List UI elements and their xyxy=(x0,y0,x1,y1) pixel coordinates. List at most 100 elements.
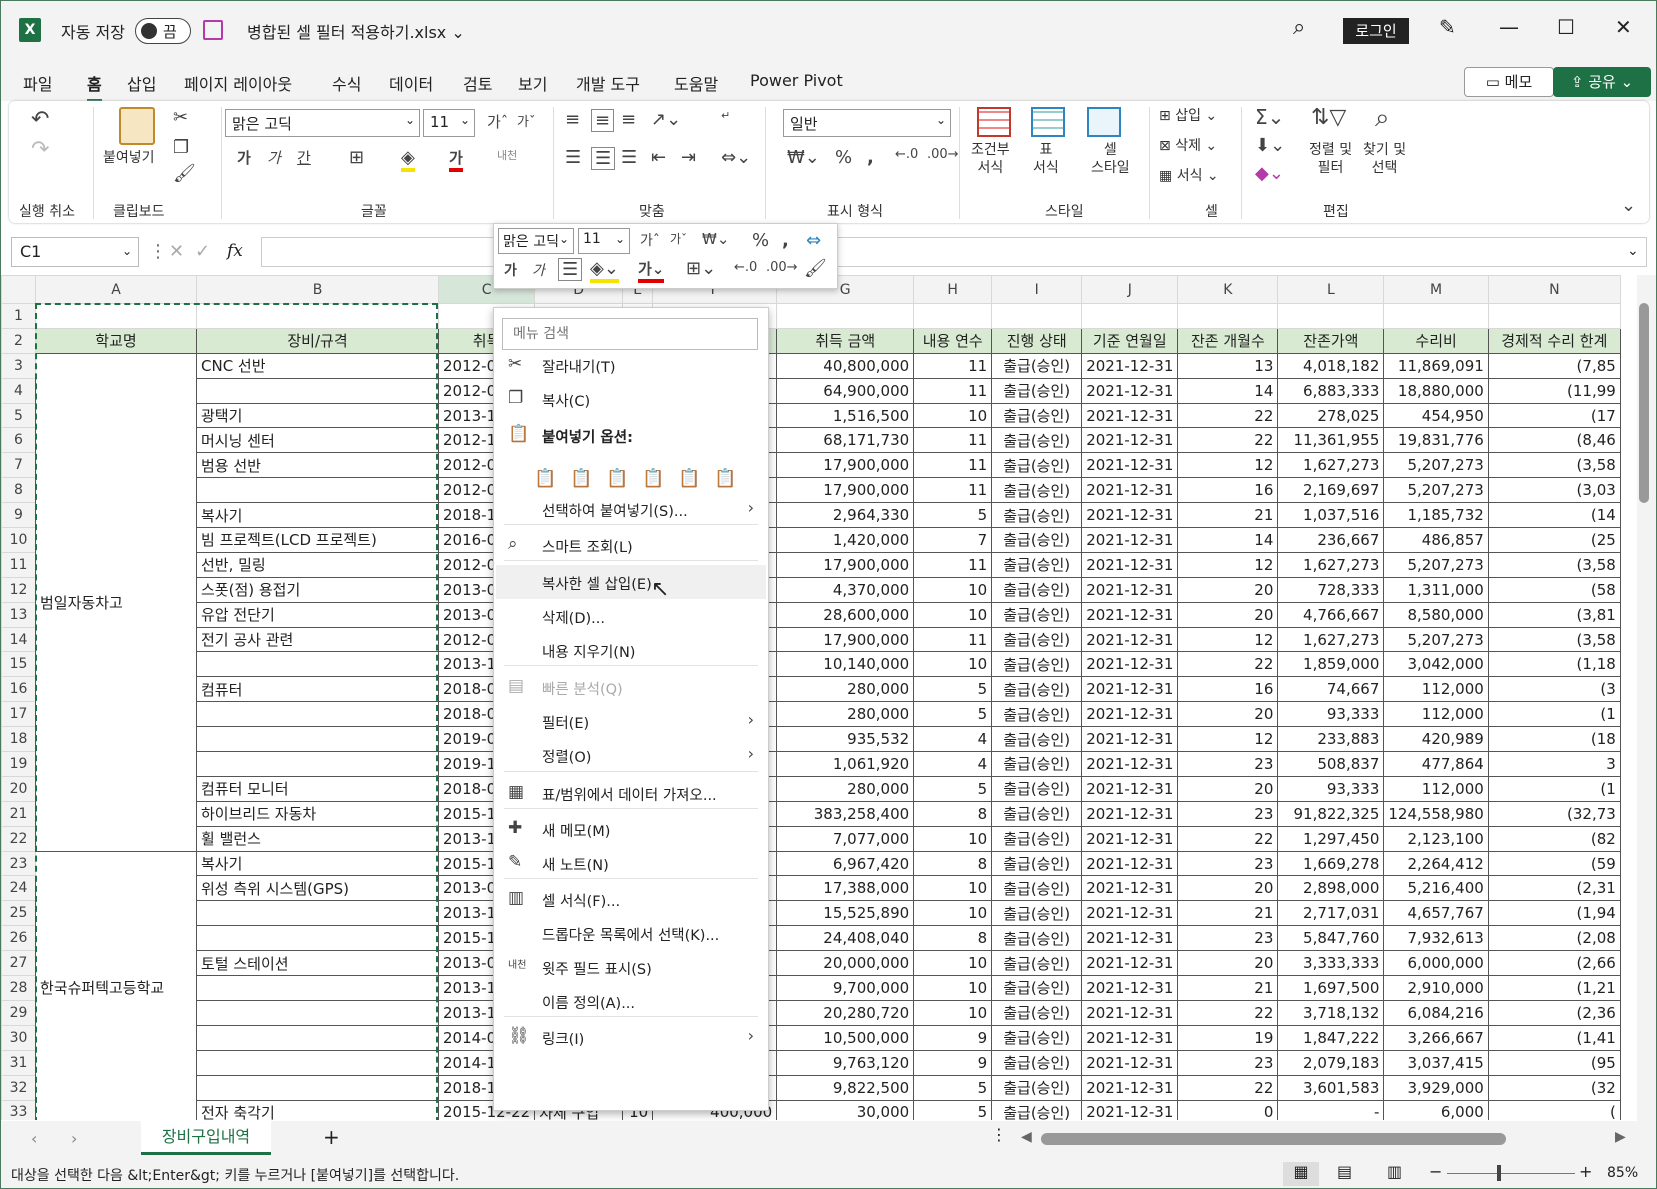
mini-decrease-font-icon[interactable]: 가ˇ xyxy=(670,230,687,247)
row-header[interactable]: 7 xyxy=(1,452,36,479)
cell-j[interactable]: 2021-12-31 xyxy=(1081,726,1179,753)
cell-i[interactable]: 출급(승인) xyxy=(991,800,1083,827)
column-title-cell[interactable]: 잔존가액 xyxy=(1277,327,1385,354)
context-menu-item[interactable]: 이름 정의(A)... xyxy=(496,984,766,1018)
cell-b[interactable]: 전기 공사 관련 xyxy=(196,626,439,653)
prev-sheet-icon[interactable]: ‹ xyxy=(31,1129,37,1148)
cell[interactable] xyxy=(35,303,197,329)
cell-m[interactable]: 6,000,000 xyxy=(1383,950,1489,977)
cell-b[interactable] xyxy=(196,975,439,1001)
cell-l[interactable]: 1,697,500 xyxy=(1277,975,1385,1001)
cell-n[interactable]: (59 xyxy=(1487,850,1621,877)
name-box[interactable]: C1 ⌄ xyxy=(11,237,139,267)
decrease-decimal-icon[interactable]: .00→ xyxy=(927,147,959,162)
cell-i[interactable]: 출급(승인) xyxy=(991,775,1083,802)
cell-m[interactable]: 112,000 xyxy=(1383,676,1489,703)
orientation-icon[interactable]: ↗⌄ xyxy=(651,109,681,130)
cell-h[interactable]: 10 xyxy=(913,825,993,852)
cell-g[interactable]: 280,000 xyxy=(776,775,915,802)
cell-h[interactable]: 11 xyxy=(913,352,993,379)
cell-n[interactable]: (11,99 xyxy=(1487,377,1621,404)
cell-k[interactable]: 20 xyxy=(1177,875,1279,902)
find-select-icon[interactable]: ⌕ xyxy=(1375,103,1390,134)
column-title-cell[interactable]: 잔존 개월수 xyxy=(1177,327,1279,354)
fill-color-icon[interactable]: ◈ xyxy=(401,147,415,172)
cell-k[interactable]: 14 xyxy=(1177,527,1279,553)
cell-b[interactable] xyxy=(196,900,439,927)
conditional-format-icon[interactable] xyxy=(977,107,1011,137)
cell-h[interactable]: 10 xyxy=(913,601,993,628)
cell-l[interactable]: 1,847,222 xyxy=(1277,1024,1385,1051)
formula-input[interactable] xyxy=(261,237,1647,267)
cell-b[interactable] xyxy=(196,925,439,952)
cell-m[interactable]: 420,989 xyxy=(1383,726,1489,753)
cell-m[interactable]: 18,880,000 xyxy=(1383,377,1489,404)
cell-b[interactable] xyxy=(196,726,439,753)
column-title-cell[interactable]: 학교명 xyxy=(35,327,197,354)
cell[interactable] xyxy=(776,303,915,329)
underline-icon[interactable]: 간 xyxy=(297,147,311,168)
cell-h[interactable]: 8 xyxy=(913,800,993,827)
column-title-cell[interactable]: 장비/규격 xyxy=(196,327,439,354)
cell-i[interactable]: 출급(승인) xyxy=(991,402,1083,429)
format-as-table-label[interactable]: 표 서식 xyxy=(1033,141,1059,177)
cell-k[interactable]: 0 xyxy=(1177,1099,1279,1120)
cell-l[interactable]: 3,718,132 xyxy=(1277,999,1385,1026)
row-header[interactable]: 19 xyxy=(1,751,36,777)
cell-g[interactable]: 40,800,000 xyxy=(776,352,915,379)
cell-m[interactable]: 2,264,412 xyxy=(1383,850,1489,877)
cell-g[interactable]: 17,900,000 xyxy=(776,551,915,578)
cell-l[interactable]: 11,361,955 xyxy=(1277,427,1385,454)
row-header[interactable]: 11 xyxy=(1,551,36,578)
scroll-right-icon[interactable]: ▶ xyxy=(1615,1129,1626,1145)
cell-n[interactable]: (2,36 xyxy=(1487,999,1621,1026)
cell-i[interactable]: 출급(승인) xyxy=(991,626,1083,653)
cell-i[interactable]: 출급(승인) xyxy=(991,377,1083,404)
cell-b[interactable] xyxy=(196,651,439,678)
cell-h[interactable]: 10 xyxy=(913,651,993,678)
cell-m[interactable]: 6,084,216 xyxy=(1383,999,1489,1026)
cell-h[interactable]: 5 xyxy=(913,701,993,728)
cell-n[interactable]: (2,31 xyxy=(1487,875,1621,902)
cell-l[interactable]: 1,627,273 xyxy=(1277,626,1385,653)
context-menu-item[interactable]: ✚ 새 메모(M) xyxy=(496,812,766,846)
copy-icon[interactable]: ❐ xyxy=(173,137,189,158)
cell-g[interactable]: 17,388,000 xyxy=(776,875,915,902)
sort-filter-icon[interactable]: ⇅▽ xyxy=(1311,105,1346,130)
cell-l[interactable]: 91,822,325 xyxy=(1277,800,1385,827)
cell-j[interactable]: 2021-12-31 xyxy=(1081,352,1179,379)
cell-k[interactable]: 12 xyxy=(1177,726,1279,753)
cell-b[interactable] xyxy=(196,377,439,404)
comma-icon[interactable]: , xyxy=(867,147,874,168)
cell-l[interactable]: 1,669,278 xyxy=(1277,850,1385,877)
menu-search-input[interactable] xyxy=(502,318,758,350)
maximize-icon[interactable]: ☐ xyxy=(1557,15,1575,39)
add-sheet-icon[interactable]: + xyxy=(323,1125,340,1149)
cell[interactable] xyxy=(991,303,1083,329)
cell-j[interactable]: 2021-12-31 xyxy=(1081,900,1179,927)
mini-border-icon[interactable]: ⊞⌄ xyxy=(686,258,716,279)
cell-j[interactable]: 2021-12-31 xyxy=(1081,601,1179,628)
align-middle-icon[interactable]: ≡ xyxy=(591,109,615,132)
border-icon[interactable]: ⊞ xyxy=(349,147,364,168)
cell-l[interactable]: 1,297,450 xyxy=(1277,825,1385,852)
decrease-font-icon[interactable]: 가ˇ xyxy=(517,111,535,130)
cell-m[interactable]: 5,207,273 xyxy=(1383,551,1489,578)
context-menu-item[interactable]: 삭제(D)... xyxy=(496,599,766,633)
cell-m[interactable]: 5,207,273 xyxy=(1383,477,1489,504)
cell-h[interactable]: 8 xyxy=(913,925,993,952)
fill-icon[interactable]: ⬇⌄ xyxy=(1255,135,1285,156)
cell-g[interactable]: 10,500,000 xyxy=(776,1024,915,1051)
cell-g[interactable]: 15,525,890 xyxy=(776,900,915,927)
mini-format-painter-icon[interactable]: 🖌 xyxy=(804,258,827,279)
cell-k[interactable]: 13 xyxy=(1177,352,1279,379)
row-header[interactable]: 22 xyxy=(1,825,36,852)
cell-k[interactable]: 22 xyxy=(1177,427,1279,454)
font-size-combo[interactable]: 11 ⌄ xyxy=(423,109,475,137)
paste-formulas-icon[interactable]: 📋 xyxy=(606,468,628,489)
cell-k[interactable]: 22 xyxy=(1177,1074,1279,1101)
cell-b[interactable]: CNC 선반 xyxy=(196,352,439,379)
phonetic-icon[interactable]: 내천 xyxy=(497,147,517,163)
cell-j[interactable]: 2021-12-31 xyxy=(1081,999,1179,1026)
row-header[interactable]: 4 xyxy=(1,377,36,404)
